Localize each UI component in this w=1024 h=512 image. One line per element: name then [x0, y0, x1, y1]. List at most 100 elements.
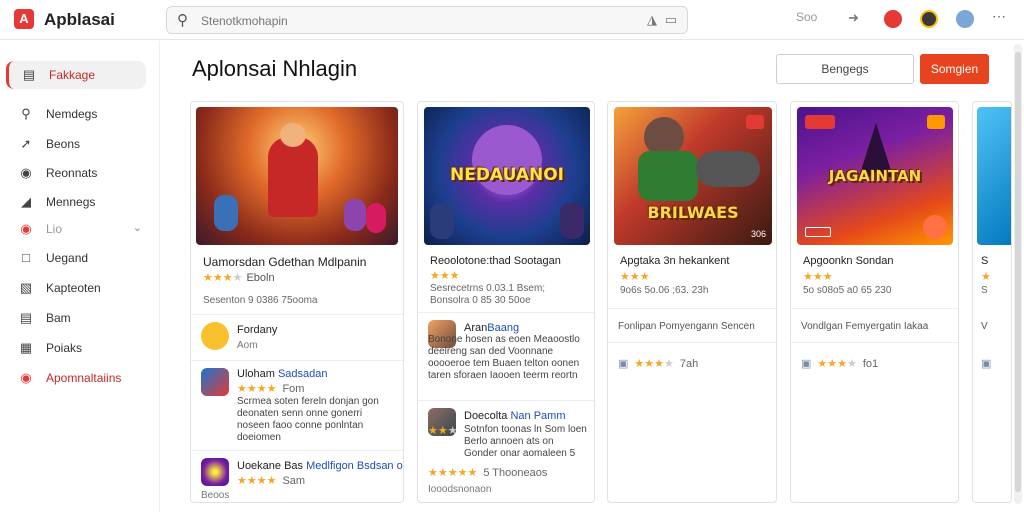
review-value: Fom	[282, 383, 305, 395]
sidebar-item-apomnaltaiins[interactable]: ◉ Apomnaltaiins	[6, 364, 146, 392]
sidebar-item-label: Beons	[46, 137, 81, 151]
app-title[interactable]: Apgoonkn Sondan	[803, 255, 894, 267]
toolbar-label[interactable]: Soo	[796, 10, 817, 24]
app-card[interactable]: JAGAINTAN Apgoonkn Sondan ★★★ 5o s08o5 a…	[790, 101, 959, 503]
record-icon: ◉	[20, 221, 32, 236]
divider	[608, 308, 776, 309]
cover-title-text: JAGAINTAN	[828, 167, 922, 185]
folder-icon: □	[22, 250, 30, 265]
primary-button[interactable]: Somgien	[920, 54, 989, 84]
bookmark-icon: ◢	[21, 194, 31, 209]
rating-stars: ★★★★ Eboln	[203, 272, 275, 284]
sidebar-item-label: Uegand	[46, 251, 89, 265]
rating-value: fo1	[862, 358, 879, 370]
sidebar-item-nemdegs[interactable]: ⚲ Nemdegs	[6, 100, 146, 128]
sidebar-item-label: Kapteoten	[46, 281, 101, 295]
app-title: Apblasai	[44, 10, 115, 29]
review-sub: Aom	[237, 340, 258, 351]
rating-stars: ★★★	[430, 270, 460, 282]
rating-stars: ★★★	[620, 271, 650, 283]
app-title[interactable]: Uamorsdan Gdethan Mdlpanin	[203, 255, 366, 269]
app-logo-icon[interactable]: A	[14, 9, 34, 29]
search-bar[interactable]: ⚲ ◮ ▭	[166, 6, 688, 34]
cover-tag: 306	[750, 229, 766, 239]
app-title[interactable]: S	[981, 255, 988, 267]
review-stars: ★★★★ Sam	[237, 475, 306, 487]
app-card[interactable]: NEDAUANOI Reoolotone:thad Sootagan ★★★ S…	[417, 101, 595, 503]
grid-icon: ▤	[22, 67, 36, 82]
lock-icon[interactable]: ◮	[647, 12, 657, 28]
review-name-link[interactable]: Nan Pamm	[510, 410, 565, 422]
app-meta: 5o s08o5 a0 65 230	[803, 285, 892, 296]
review-name-link[interactable]: Medlfigon Bsdsan oo	[306, 460, 403, 472]
scrollbar[interactable]	[1014, 44, 1022, 504]
chevron-down-icon[interactable]: ⌄	[133, 221, 142, 234]
badge-icon	[927, 115, 945, 129]
sidebar-item-label: Lio	[46, 222, 63, 236]
comment-icon[interactable]: ▣	[801, 358, 811, 370]
review-name[interactable]: Uoekane Bas Medlfigon Bsdsan oo	[237, 460, 403, 472]
review-text: Scrmea soten fereln donjan gon deonaten …	[237, 396, 379, 443]
review-name-link[interactable]: Sadsadan	[278, 368, 328, 380]
notification-icon[interactable]	[884, 10, 902, 28]
app-description: Vondlgan Femyergatin Iakaa	[801, 321, 929, 332]
cover-title-text: NEDAUANOI	[449, 165, 565, 185]
settings-icon: ◉	[20, 370, 32, 385]
share-icon[interactable]: ➜	[848, 10, 859, 26]
app-card[interactable]: S ★ S V ▣	[972, 101, 1012, 503]
comment-icon[interactable]: ▣	[981, 358, 991, 370]
sidebar-item-label: Apomnaltaiins	[46, 371, 122, 385]
review-name[interactable]: Fordany	[237, 324, 277, 336]
sidebar-item-fakkage[interactable]: ▤ Fakkage	[6, 61, 146, 89]
sidebar-item-reonnats[interactable]: ◉ Reonnats	[6, 159, 146, 187]
rating-stars: ★	[981, 271, 991, 283]
secondary-button[interactable]: Bengegs	[776, 54, 914, 84]
sidebar-item-bam[interactable]: ▤ Bam	[6, 304, 146, 332]
app-card[interactable]: BRILWAES 306 Apgtaka 3n hekankent ★★★ 9o…	[607, 101, 777, 503]
more-menu-icon[interactable]: ⋯	[992, 8, 1006, 25]
sidebar-item-poiaks[interactable]: ▦ Poiaks	[6, 334, 146, 362]
sidebar-item-uegand[interactable]: □ Uegand	[6, 244, 146, 272]
sidebar-item-lio[interactable]: ◉ Lio ⌄	[6, 215, 146, 243]
divider	[791, 342, 958, 343]
review-text: Sotnfon toonas ln Som loen Berlo annoen …	[464, 424, 587, 459]
avatar[interactable]	[920, 10, 938, 28]
sidebar-item-mennegs[interactable]: ◢ Mennegs	[6, 188, 146, 216]
app-cover-image[interactable]: BRILWAES 306	[614, 107, 772, 245]
scrollbar-thumb[interactable]	[1015, 52, 1021, 492]
sidebar-item-label: Reonnats	[46, 166, 98, 180]
sidebar-item-beons[interactable]: ➚ Beons	[6, 130, 146, 158]
app-cover-image[interactable]	[977, 107, 1011, 245]
review-name-link[interactable]: Baang	[487, 322, 519, 334]
app-meta: Sesrecetrns 0.03.1 Bsem; Bonsolra 0 85 3…	[430, 283, 546, 306]
review-value: Sam	[282, 475, 306, 487]
app-meta: 9o6s 5o.06 ;63. 23h	[620, 285, 709, 296]
rating-row: ▣ ★★★★ fo1	[801, 358, 879, 370]
review-name[interactable]: Doecolta Nan Pamm	[464, 410, 566, 422]
app-cover-image[interactable]	[196, 107, 398, 245]
extension-icon[interactable]: ▭	[665, 12, 677, 28]
rating-row: ▣	[981, 357, 997, 370]
app-card[interactable]: Uamorsdan Gdethan Mdlpanin ★★★★ Eboln Ses…	[190, 101, 404, 503]
badge-icon	[746, 115, 764, 129]
top-bar: A Apblasai ⚲ ◮ ▭ Soo ➜ ⋯	[0, 0, 1024, 40]
review-name[interactable]: AranBaang	[464, 322, 519, 334]
profile-avatar[interactable]	[956, 10, 974, 28]
divider	[191, 450, 403, 451]
review-sub: Beoos	[201, 490, 230, 501]
app-description: V	[981, 321, 988, 332]
search-input[interactable]	[201, 11, 601, 31]
review-name[interactable]: Uloham Sadsadan	[237, 368, 328, 380]
app-title[interactable]: Reoolotone:thad Sootagan	[430, 255, 561, 267]
review-stars: ★★★★ Fom	[237, 383, 305, 395]
sidebar-item-kapteoten[interactable]: ▧ Kapteoten	[6, 274, 146, 302]
app-cover-image[interactable]: NEDAUANOI	[424, 107, 590, 245]
app-meta: Sesenton 9 0386 75ooma	[203, 295, 318, 306]
app-cover-image[interactable]: JAGAINTAN	[797, 107, 953, 245]
comment-icon[interactable]: ▣	[618, 358, 628, 370]
sidebar-item-label: Fakkage	[49, 68, 96, 82]
divider	[191, 314, 403, 315]
review-sub: Iooodsnonaon	[428, 484, 492, 495]
app-title[interactable]: Apgtaka 3n hekankent	[620, 255, 729, 267]
review-avatar	[201, 458, 229, 486]
